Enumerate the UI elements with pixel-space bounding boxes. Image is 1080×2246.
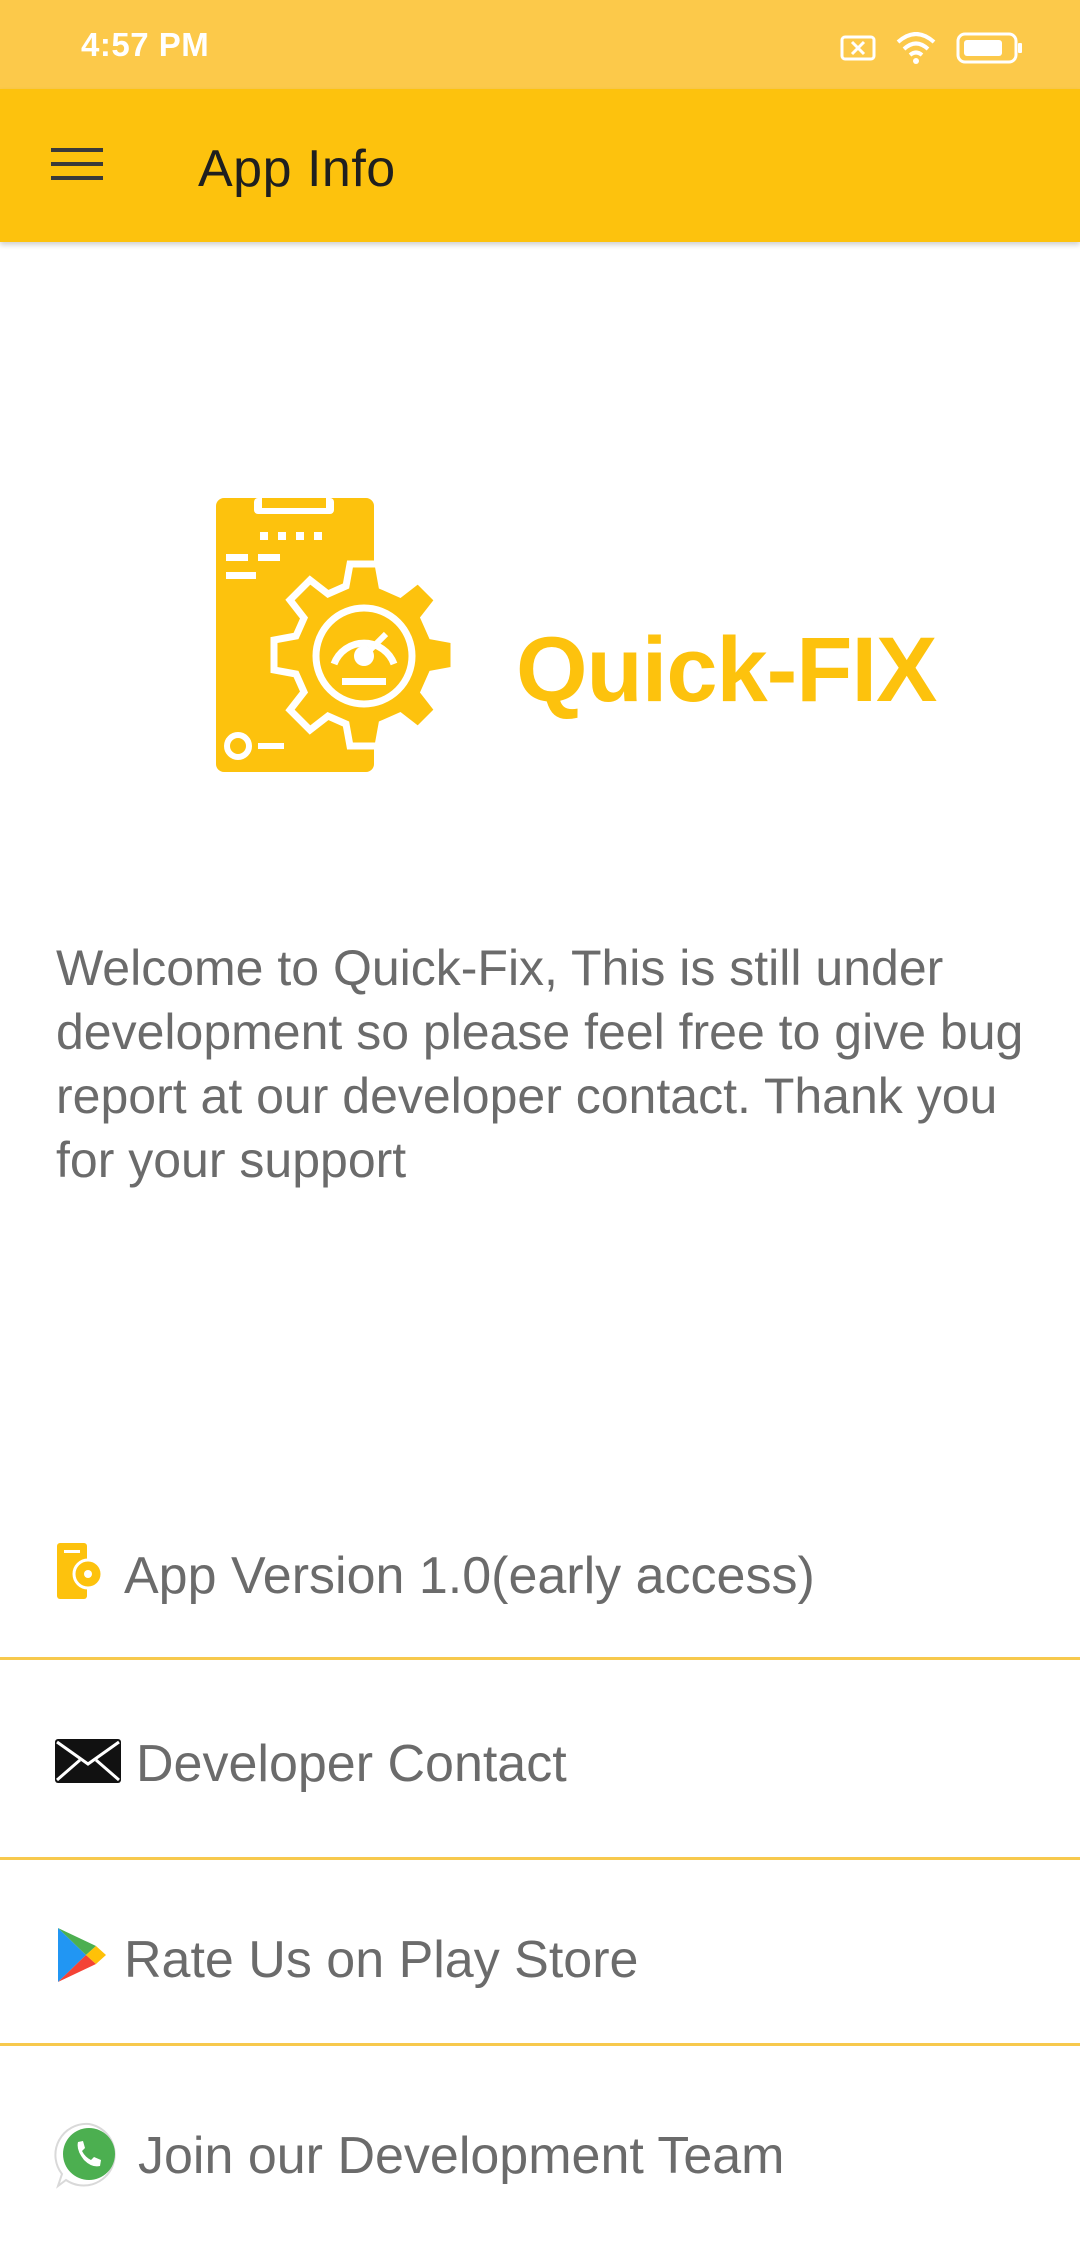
whatsapp-icon: [54, 2120, 124, 2190]
sim-off-icon: [840, 35, 876, 61]
app-logo-small-icon: [56, 1542, 106, 1600]
play-store-icon: [56, 1926, 108, 1984]
phone-gear-logo-icon: [214, 496, 458, 774]
rate-us-row[interactable]: Rate Us on Play Store: [0, 1900, 1080, 2020]
join-team-label: Join our Development Team: [138, 2127, 785, 2185]
app-version-row: App Version 1.0(early access): [0, 1532, 1080, 1620]
status-icons: [840, 28, 1024, 68]
envelope-icon: [54, 1738, 122, 1784]
menu-button[interactable]: [36, 136, 118, 196]
join-team-row[interactable]: Join our Development Team: [0, 2086, 1080, 2226]
status-bar: 4:57 PM: [0, 0, 1080, 89]
hamburger-menu-icon: [51, 146, 103, 187]
developer-contact-row[interactable]: Developer Contact: [0, 1700, 1080, 1820]
developer-contact-label: Developer Contact: [136, 1735, 567, 1793]
divider: [0, 2043, 1080, 2046]
brand-name: Quick-FIX: [516, 619, 937, 721]
page-title: App Info: [198, 140, 396, 198]
status-time: 4:57 PM: [81, 26, 210, 63]
divider: [0, 1857, 1080, 1860]
welcome-text: Welcome to Quick-Fix, This is still unde…: [56, 940, 1024, 1188]
rate-us-label: Rate Us on Play Store: [124, 1931, 639, 1989]
divider: [0, 1657, 1080, 1660]
app-bar: App Info: [0, 89, 1080, 242]
app-version-label: App Version 1.0(early access): [124, 1547, 815, 1605]
wifi-icon: [896, 32, 936, 64]
battery-icon: [956, 32, 1024, 64]
